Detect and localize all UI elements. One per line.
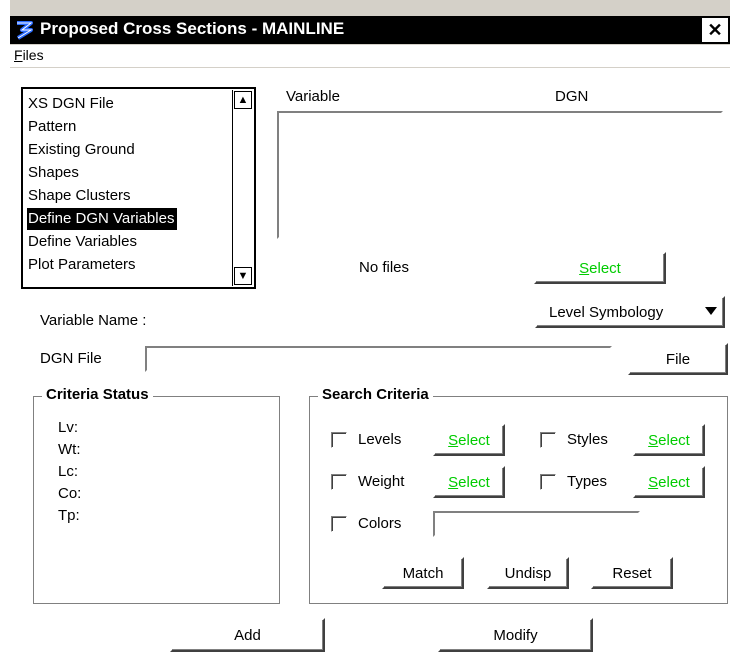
- variable-name-label: Variable Name :: [40, 312, 147, 329]
- list-item[interactable]: Define Variables: [27, 231, 140, 253]
- list-item[interactable]: XS DGN File: [27, 93, 117, 115]
- app-logo-icon: [14, 19, 36, 41]
- levels-select-button[interactable]: Select: [433, 424, 505, 456]
- level-symbology-dropdown[interactable]: Level Symbology: [535, 296, 725, 328]
- menu-files[interactable]: Files: [14, 47, 44, 63]
- file-button[interactable]: File: [628, 343, 728, 375]
- menu-bar: Files: [10, 45, 730, 67]
- scroll-down-icon[interactable]: ▼: [234, 267, 252, 285]
- types-select-button[interactable]: Select: [633, 466, 705, 498]
- weight-select-button[interactable]: Select: [433, 466, 505, 498]
- variables-table[interactable]: [277, 111, 723, 239]
- list-item[interactable]: Plot Parameters: [27, 254, 139, 276]
- col-header-dgn: DGN: [555, 88, 589, 105]
- criteria-lv: Lv:: [58, 419, 79, 436]
- col-header-variable: Variable: [286, 88, 340, 105]
- types-label: Types: [567, 473, 608, 490]
- list-item[interactable]: Pattern: [27, 116, 79, 138]
- dgn-file-label: DGN File: [40, 350, 102, 367]
- criteria-co: Co:: [58, 485, 82, 502]
- undisp-button[interactable]: Undisp: [487, 557, 569, 589]
- close-icon: ✕: [707, 20, 723, 40]
- level-symbology-value: Level Symbology: [549, 304, 664, 321]
- add-button[interactable]: Add: [170, 618, 325, 652]
- dialog-window: Proposed Cross Sections - MAINLINE ✕ Fil…: [0, 0, 730, 662]
- select-variable-button[interactable]: Select: [534, 252, 666, 284]
- colors-label: Colors: [358, 515, 402, 532]
- levels-checkbox[interactable]: [331, 432, 347, 448]
- close-button[interactable]: ✕: [702, 18, 728, 42]
- types-checkbox[interactable]: [540, 474, 556, 490]
- modify-button[interactable]: Modify: [438, 618, 593, 652]
- list-item-selected[interactable]: Define DGN Variables: [27, 208, 178, 230]
- levels-label: Levels: [358, 431, 402, 448]
- reset-button[interactable]: Reset: [591, 557, 673, 589]
- title-bar[interactable]: Proposed Cross Sections - MAINLINE ✕: [10, 16, 730, 44]
- search-criteria-title: Search Criteria: [318, 386, 433, 403]
- match-button[interactable]: Match: [382, 557, 464, 589]
- styles-select-button[interactable]: Select: [633, 424, 705, 456]
- window-title: Proposed Cross Sections - MAINLINE: [40, 19, 345, 38]
- list-item[interactable]: Shapes: [27, 162, 82, 184]
- scroll-up-icon[interactable]: ▲: [234, 91, 252, 109]
- criteria-tp: Tp:: [58, 507, 80, 524]
- list-scrollbar[interactable]: ▲ ▼: [232, 90, 253, 286]
- list-item[interactable]: Existing Ground: [27, 139, 138, 161]
- no-files-text: No files: [359, 259, 410, 276]
- styles-label: Styles: [567, 431, 608, 448]
- weight-label: Weight: [358, 473, 405, 490]
- left-edge: [0, 0, 10, 662]
- list-item[interactable]: Shape Clusters: [27, 185, 134, 207]
- styles-checkbox[interactable]: [540, 432, 556, 448]
- category-listbox[interactable]: XS DGN File Pattern Existing Ground Shap…: [21, 87, 256, 289]
- criteria-wt: Wt:: [58, 441, 81, 458]
- colors-checkbox[interactable]: [331, 516, 347, 532]
- chevron-down-icon: [705, 307, 717, 315]
- criteria-lc: Lc:: [58, 463, 79, 480]
- dgn-file-input[interactable]: [145, 346, 612, 372]
- weight-checkbox[interactable]: [331, 474, 347, 490]
- criteria-status-title: Criteria Status: [42, 386, 153, 403]
- colors-input[interactable]: [433, 511, 640, 537]
